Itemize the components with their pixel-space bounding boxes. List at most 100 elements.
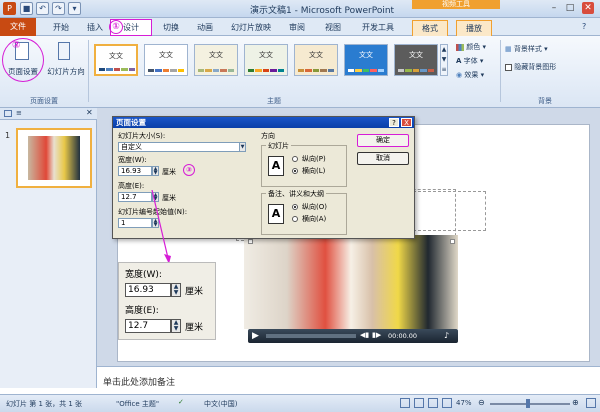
callout-height-unit: 厘米 bbox=[185, 323, 204, 333]
help-icon[interactable]: ? bbox=[582, 22, 586, 31]
slide-sorter-icon[interactable] bbox=[414, 398, 424, 408]
landscape-radio[interactable] bbox=[292, 168, 298, 174]
callout-width-spinner: ▲ ▼ bbox=[171, 283, 181, 297]
orientation-icon bbox=[58, 42, 70, 60]
slide-size-label: 幻灯片大小(S): bbox=[118, 132, 166, 140]
maximize-icon[interactable]: □ bbox=[564, 2, 576, 14]
slides-tab-icon[interactable] bbox=[4, 110, 12, 117]
dropdown-arrow-icon[interactable]: ▼ bbox=[239, 142, 246, 152]
theme-thumb-4[interactable]: 文文 bbox=[244, 44, 288, 76]
close-window-icon[interactable]: ✕ bbox=[582, 2, 594, 14]
notes-portrait-radio[interactable] bbox=[292, 204, 298, 210]
theme-label: 文文 bbox=[259, 51, 273, 59]
undo-icon[interactable]: ↶ bbox=[36, 2, 49, 15]
callout-height-label: 高度(E): bbox=[125, 306, 159, 316]
group-label-themes: 主题 bbox=[267, 97, 281, 105]
theme-thumb-1[interactable]: 文文 bbox=[94, 44, 138, 76]
redo-icon[interactable]: ↷ bbox=[52, 2, 65, 15]
dialog-help-button[interactable]: ? bbox=[389, 118, 399, 127]
video-frame[interactable] bbox=[244, 235, 458, 329]
tab-review[interactable]: 审阅 bbox=[282, 20, 312, 36]
video-time: 00:00.00 bbox=[388, 332, 418, 340]
colors-button[interactable]: 颜色 ▾ bbox=[456, 42, 486, 52]
customize-quick-access-icon[interactable]: ▾ bbox=[68, 2, 81, 15]
ribbon-tab-row: 文件 开始 插入 设计 切换 动画 幻灯片放映 审阅 视图 开发工具 格式 播放… bbox=[0, 18, 600, 36]
background-styles-icon: ▦ bbox=[505, 45, 512, 53]
reading-view-icon[interactable] bbox=[428, 398, 438, 408]
notes-landscape-radio[interactable] bbox=[292, 216, 298, 222]
tab-transitions[interactable]: 切换 bbox=[156, 20, 186, 36]
forward-icon[interactable]: ▮▶ bbox=[372, 331, 381, 339]
hide-background-label: 隐藏背景图形 bbox=[514, 63, 557, 71]
tab-file[interactable]: 文件 bbox=[0, 18, 36, 36]
background-styles-button[interactable]: ▦ 背景样式 ▾ bbox=[505, 44, 548, 54]
slideshow-icon[interactable] bbox=[442, 398, 452, 408]
theme-label: 文文 bbox=[409, 51, 423, 59]
panel-tabs: ≡ ✕ bbox=[0, 108, 97, 120]
theme-thumb-5[interactable]: 文文 bbox=[294, 44, 338, 76]
spellcheck-icon[interactable]: ✓ bbox=[178, 398, 184, 406]
minimize-icon[interactable]: – bbox=[548, 2, 560, 14]
group-label-page-setup: 页面设置 bbox=[30, 97, 58, 105]
callout-width-input: 16.93 bbox=[125, 283, 171, 297]
zoom-in-icon[interactable]: ⊕ bbox=[572, 398, 579, 407]
landscape-label: 横向(L) bbox=[302, 167, 326, 175]
rewind-icon[interactable]: ◀▮ bbox=[360, 331, 369, 339]
fonts-button[interactable]: A 字体 ▾ bbox=[456, 56, 483, 66]
width-unit: 厘米 bbox=[162, 168, 176, 176]
hide-background-checkbox[interactable]: 隐藏背景图形 bbox=[505, 62, 556, 72]
notes-pane[interactable]: 单击此处添加备注 bbox=[97, 366, 600, 394]
portrait-radio[interactable] bbox=[292, 156, 298, 162]
theme-thumb-2[interactable]: 文文 bbox=[144, 44, 188, 76]
cancel-button[interactable]: 取消 bbox=[357, 152, 409, 165]
zoom-level[interactable]: 47% bbox=[456, 399, 472, 407]
tab-view[interactable]: 视图 bbox=[318, 20, 348, 36]
annotation-1: ① bbox=[109, 20, 123, 34]
tab-insert[interactable]: 插入 bbox=[80, 20, 110, 36]
video-progress-bar[interactable] bbox=[266, 334, 356, 338]
orientation-heading: 方向 bbox=[261, 132, 275, 140]
tab-developer[interactable]: 开发工具 bbox=[356, 20, 400, 36]
notes-orientation-group: 备注、讲义和大纲 A 纵向(O) 横向(A) bbox=[261, 189, 347, 235]
volume-icon[interactable]: ♪ bbox=[444, 331, 449, 340]
slide-thumbnail[interactable] bbox=[16, 128, 92, 188]
theme-label: 文文 bbox=[159, 51, 173, 59]
ok-button[interactable]: 确定 bbox=[357, 134, 409, 147]
zoom-out-icon[interactable]: ⊖ bbox=[478, 398, 485, 407]
slide-orientation-button[interactable]: 幻灯片方向 bbox=[44, 40, 85, 86]
fit-to-window-icon[interactable] bbox=[586, 398, 596, 408]
tab-slideshow[interactable]: 幻灯片放映 bbox=[226, 20, 276, 36]
slide-size-select[interactable]: 自定义 bbox=[118, 142, 246, 152]
width-label: 宽度(W): bbox=[118, 156, 147, 164]
width-input[interactable]: 16.93 bbox=[118, 166, 152, 176]
theme-label: 文文 bbox=[109, 52, 123, 60]
zoom-slider-thumb[interactable] bbox=[526, 399, 530, 408]
slides-group-label: 幻灯片 bbox=[266, 141, 291, 151]
effects-button[interactable]: ◉ 效果 ▾ bbox=[456, 70, 484, 80]
thumbnail-video-frame bbox=[28, 136, 80, 180]
theme-thumb-6[interactable]: 文文 bbox=[344, 44, 388, 76]
theme-thumb-7[interactable]: 文文 bbox=[394, 44, 438, 76]
notes-orientation-preview-icon: A bbox=[268, 204, 284, 224]
language-status[interactable]: 中文(中国) bbox=[204, 399, 237, 409]
dialog-close-button[interactable]: X bbox=[401, 118, 412, 127]
tab-animations[interactable]: 动画 bbox=[190, 20, 220, 36]
theme-gallery-scroll[interactable]: ▲ ▼ ≡ bbox=[440, 44, 448, 76]
tab-format[interactable]: 格式 bbox=[412, 20, 448, 36]
close-panel-icon[interactable]: ✕ bbox=[86, 108, 93, 117]
resize-handle[interactable] bbox=[248, 239, 253, 244]
slides-orientation-group: 幻灯片 A 纵向(P) 横向(L) bbox=[261, 141, 347, 187]
width-spinner[interactable]: ▲ ▼ bbox=[152, 166, 159, 176]
zoom-slider[interactable] bbox=[490, 403, 570, 405]
powerpoint-logo-icon[interactable]: P bbox=[3, 2, 16, 15]
save-icon[interactable]: ■ bbox=[20, 2, 33, 15]
callout-height-input: 12.7 bbox=[125, 319, 171, 333]
outline-tab-icon[interactable]: ≡ bbox=[16, 109, 22, 117]
theme-thumb-3[interactable]: 文文 bbox=[194, 44, 238, 76]
resize-handle[interactable] bbox=[450, 239, 455, 244]
tab-playback[interactable]: 播放 bbox=[456, 20, 492, 36]
notes-portrait-label: 纵向(O) bbox=[302, 203, 327, 211]
play-icon[interactable]: ▶ bbox=[252, 331, 259, 341]
normal-view-icon[interactable] bbox=[400, 398, 410, 408]
tab-home[interactable]: 开始 bbox=[46, 20, 76, 36]
